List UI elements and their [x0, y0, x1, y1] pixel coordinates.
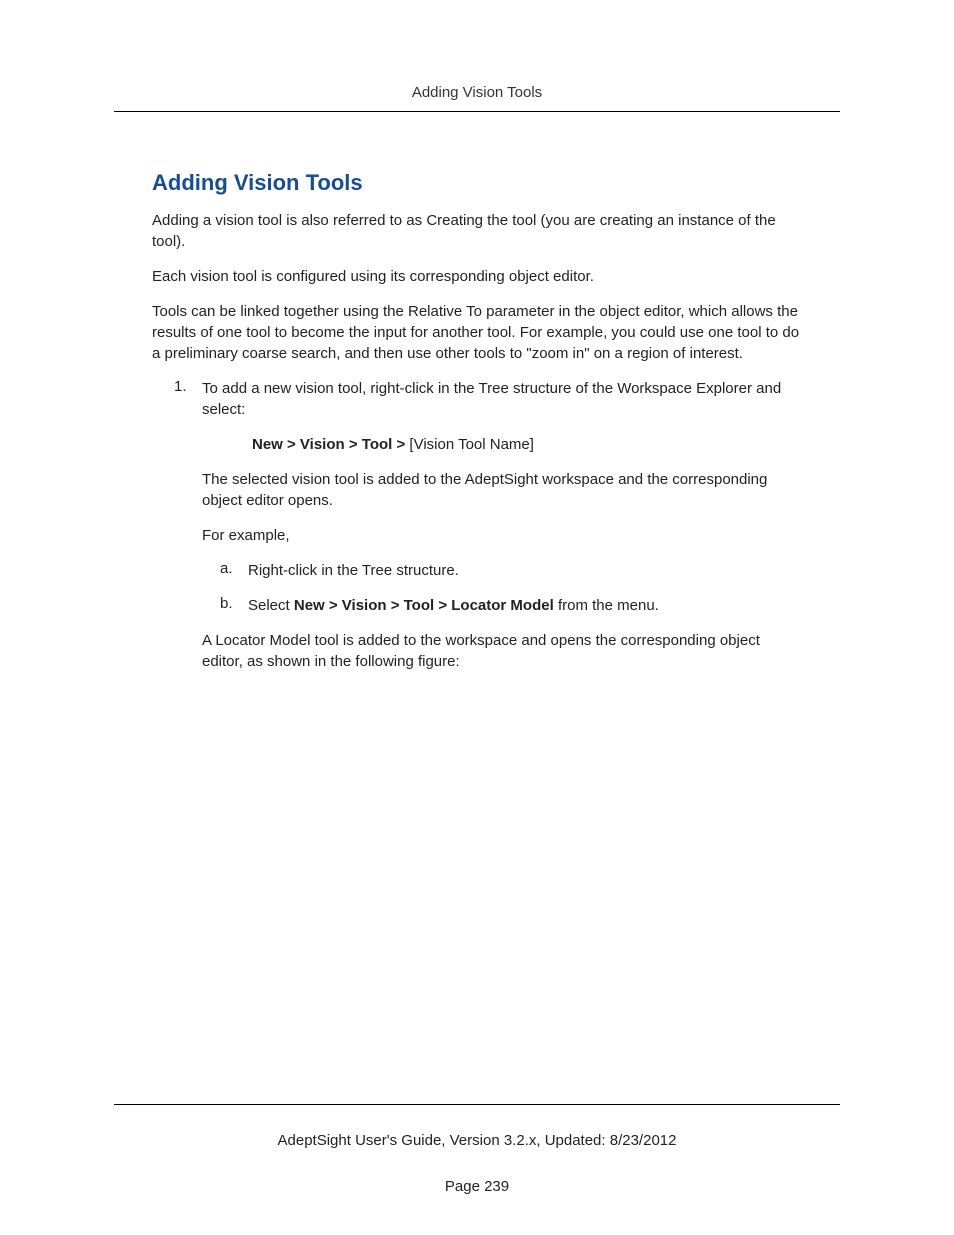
- sublist-item-b: b. Select New > Vision > Tool > Locator …: [220, 595, 802, 616]
- sublist-b-suffix: from the menu.: [554, 597, 659, 614]
- intro-para-2: Each vision tool is configured using its…: [152, 266, 802, 287]
- step1-menu-bold: New > Vision > Tool >: [252, 436, 405, 453]
- step1-after: The selected vision tool is added to the…: [202, 469, 802, 511]
- step1-for-example: For example,: [202, 525, 802, 546]
- sublist-a-text: Right-click in the Tree structure.: [248, 560, 802, 581]
- list-item-1: 1. To add a new vision tool, right-click…: [174, 378, 802, 686]
- step1-menu-path: New > Vision > Tool > [Vision Tool Name]: [252, 434, 802, 455]
- sublist-item-a: a. Right-click in the Tree structure.: [220, 560, 802, 581]
- page-content: Adding Vision Tools Adding a vision tool…: [114, 170, 840, 686]
- sublist-b-prefix: Select: [248, 597, 294, 614]
- step1-after-sub: A Locator Model tool is added to the wor…: [202, 630, 802, 672]
- sublist-b-marker: b.: [220, 595, 248, 616]
- footer-guide: AdeptSight User's Guide, Version 3.2.x, …: [0, 1132, 954, 1149]
- step1-menu-rest: [Vision Tool Name]: [405, 436, 534, 453]
- step1-text: To add a new vision tool, right-click in…: [202, 378, 802, 420]
- intro-para-3: Tools can be linked together using the R…: [152, 301, 802, 364]
- sublist-b-content: Select New > Vision > Tool > Locator Mod…: [248, 595, 802, 616]
- sublist-a-marker: a.: [220, 560, 248, 581]
- header-title: Adding Vision Tools: [114, 84, 840, 101]
- section-title: Adding Vision Tools: [152, 170, 802, 196]
- footer-page-number: Page 239: [0, 1178, 954, 1195]
- document-page: Adding Vision Tools Adding Vision Tools …: [0, 0, 954, 686]
- footer-rule: [114, 1104, 840, 1105]
- sublist: a. Right-click in the Tree structure. b.…: [220, 560, 802, 616]
- list-item-1-marker: 1.: [174, 378, 202, 686]
- intro-para-1: Adding a vision tool is also referred to…: [152, 210, 802, 252]
- sublist-b-bold: New > Vision > Tool > Locator Model: [294, 597, 554, 614]
- list-item-1-content: To add a new vision tool, right-click in…: [202, 378, 802, 686]
- ordered-list: 1. To add a new vision tool, right-click…: [174, 378, 802, 686]
- page-header: Adding Vision Tools: [114, 84, 840, 112]
